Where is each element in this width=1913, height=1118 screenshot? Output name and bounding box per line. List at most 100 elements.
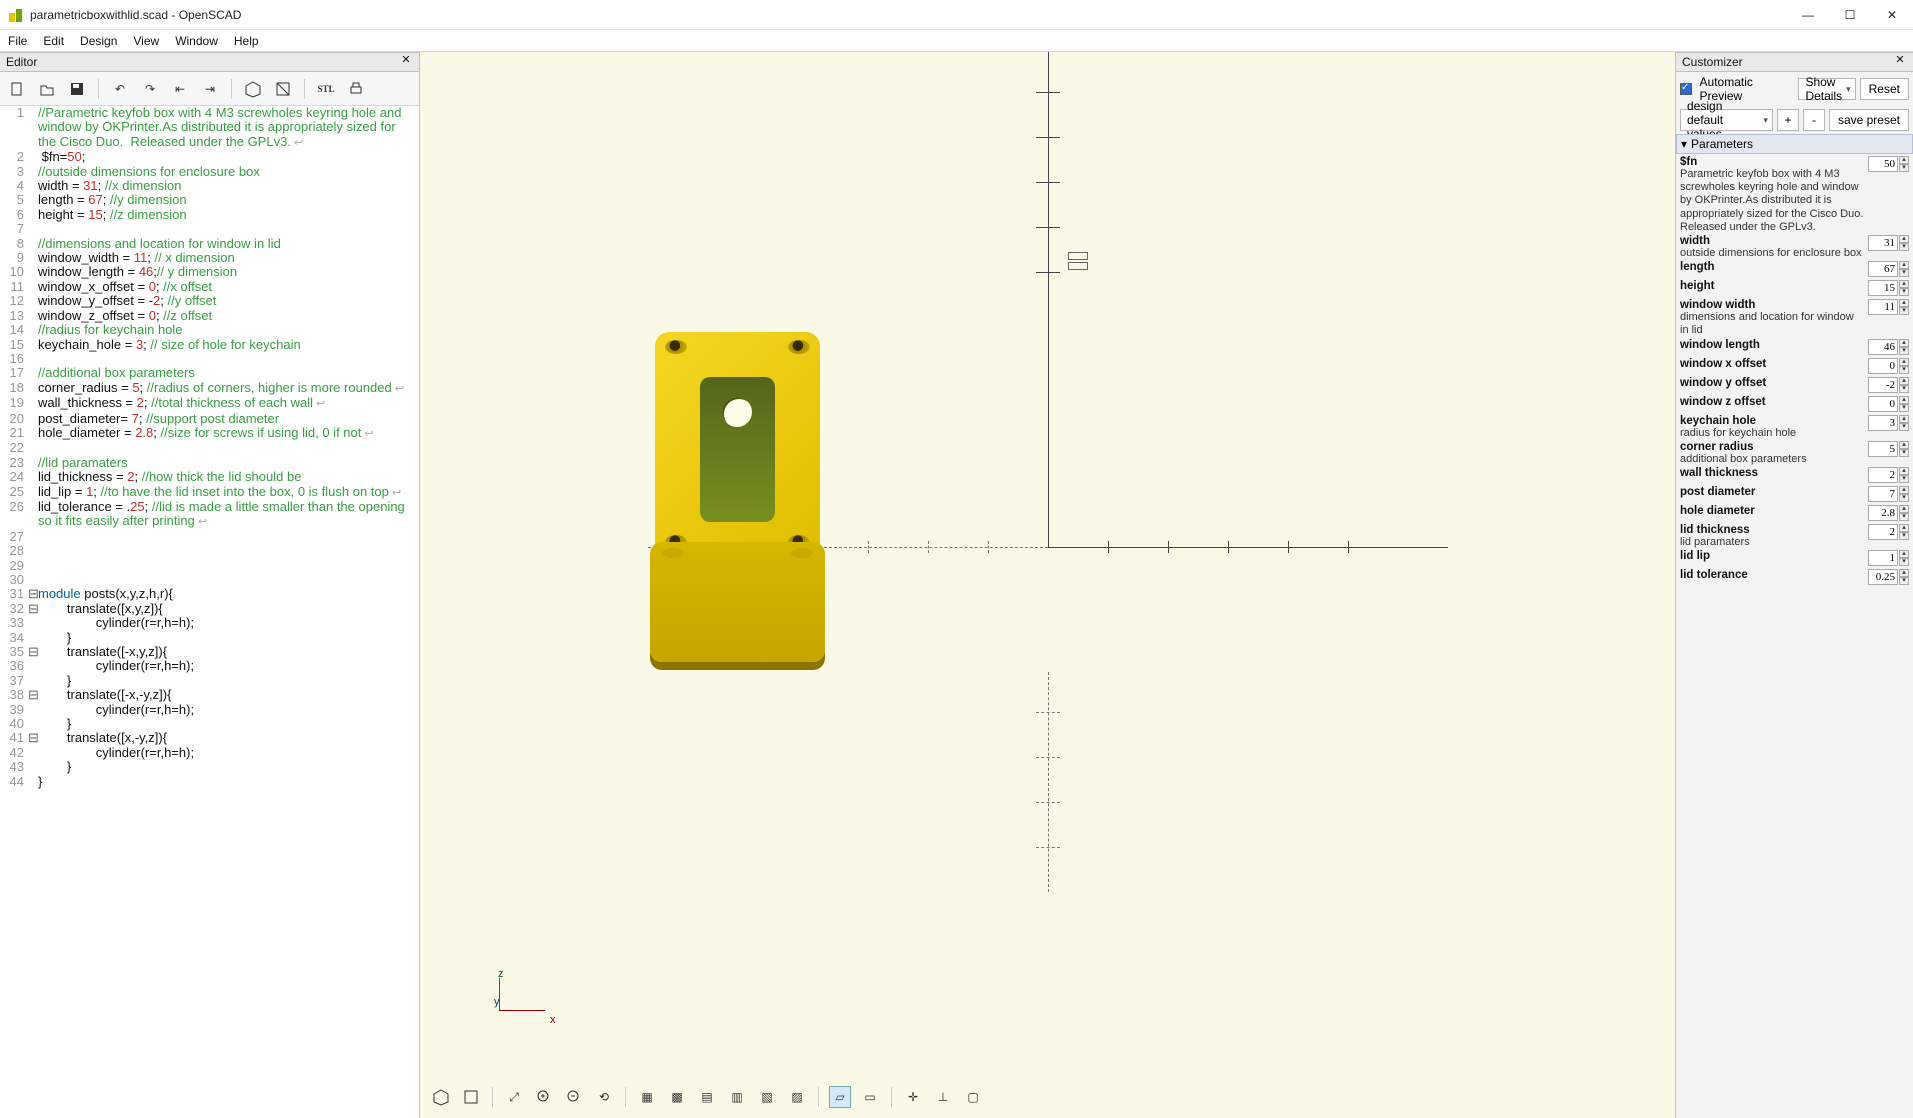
spinner-up-icon[interactable]: ▴ bbox=[1899, 486, 1909, 494]
param-input[interactable] bbox=[1868, 299, 1898, 315]
view-all-icon[interactable]: ⤢ bbox=[503, 1086, 525, 1108]
viewport-3d[interactable]: z y x ⤢ ⟲ ▦ ▩ ▤ ▥ ▧ ▨ ▱ ▭ ✛ ⊥ ▢ bbox=[420, 52, 1675, 1118]
spinner-up-icon[interactable]: ▴ bbox=[1899, 377, 1909, 385]
spinner-up-icon[interactable]: ▴ bbox=[1899, 280, 1909, 288]
print-icon[interactable] bbox=[345, 78, 367, 100]
param-input[interactable] bbox=[1868, 441, 1898, 457]
spinner-up-icon[interactable]: ▴ bbox=[1899, 339, 1909, 347]
save-preset-button[interactable]: save preset bbox=[1829, 109, 1909, 131]
param-input[interactable] bbox=[1868, 377, 1898, 393]
spinner-down-icon[interactable]: ▾ bbox=[1899, 269, 1909, 277]
preset-select[interactable]: design default values ▾ bbox=[1680, 109, 1773, 131]
param-input[interactable] bbox=[1868, 486, 1898, 502]
param-input[interactable] bbox=[1868, 505, 1898, 521]
spinner-up-icon[interactable]: ▴ bbox=[1899, 358, 1909, 366]
view-bottom-icon[interactable]: ▤ bbox=[696, 1086, 718, 1108]
close-button[interactable]: ✕ bbox=[1885, 8, 1899, 22]
spinner-up-icon[interactable]: ▴ bbox=[1899, 299, 1909, 307]
preset-add-button[interactable]: + bbox=[1777, 109, 1799, 131]
menu-window[interactable]: Window bbox=[175, 34, 218, 48]
param-input[interactable] bbox=[1868, 358, 1898, 374]
show-axes-icon[interactable]: ✛ bbox=[902, 1086, 924, 1108]
spinner-down-icon[interactable]: ▾ bbox=[1899, 532, 1909, 540]
preview-icon[interactable] bbox=[242, 78, 264, 100]
render-icon[interactable] bbox=[272, 78, 294, 100]
unindent-icon[interactable]: ⇤ bbox=[169, 78, 191, 100]
spinner-down-icon[interactable]: ▾ bbox=[1899, 558, 1909, 566]
spinner-up-icon[interactable]: ▴ bbox=[1899, 415, 1909, 423]
param-input[interactable] bbox=[1868, 569, 1898, 585]
orthographic-icon[interactable]: ▭ bbox=[859, 1086, 881, 1108]
details-select[interactable]: Show Details ▾ bbox=[1798, 78, 1855, 100]
spinner-down-icon[interactable]: ▾ bbox=[1899, 513, 1909, 521]
minimize-button[interactable]: — bbox=[1801, 8, 1815, 22]
new-file-icon[interactable] bbox=[6, 78, 28, 100]
zoom-out-icon[interactable] bbox=[563, 1086, 585, 1108]
param-input[interactable] bbox=[1868, 396, 1898, 412]
param-input[interactable] bbox=[1868, 467, 1898, 483]
view-left-icon[interactable]: ▥ bbox=[726, 1086, 748, 1108]
auto-preview-checkbox[interactable] bbox=[1680, 83, 1692, 95]
perspective-icon[interactable]: ▱ bbox=[829, 1086, 851, 1108]
spinner-down-icon[interactable]: ▾ bbox=[1899, 347, 1909, 355]
spinner-up-icon[interactable]: ▴ bbox=[1899, 261, 1909, 269]
spinner-up-icon[interactable]: ▴ bbox=[1899, 569, 1909, 577]
param-input[interactable] bbox=[1868, 261, 1898, 277]
undo-icon[interactable]: ↶ bbox=[109, 78, 131, 100]
view-right-icon[interactable]: ▦ bbox=[636, 1086, 658, 1108]
code-editor[interactable]: 1//Parametric keyfob box with 4 M3 screw… bbox=[0, 106, 419, 1118]
customizer-close-icon[interactable]: ✕ bbox=[1893, 55, 1907, 69]
editor-close-icon[interactable]: ✕ bbox=[399, 55, 413, 69]
reset-view-icon[interactable]: ⟲ bbox=[593, 1086, 615, 1108]
spinner-down-icon[interactable]: ▾ bbox=[1899, 307, 1909, 315]
spinner-down-icon[interactable]: ▾ bbox=[1899, 164, 1909, 172]
spinner-down-icon[interactable]: ▾ bbox=[1899, 366, 1909, 374]
param-input[interactable] bbox=[1868, 415, 1898, 431]
render-cube-icon[interactable] bbox=[460, 1086, 482, 1108]
param-input[interactable] bbox=[1868, 339, 1898, 355]
spinner-down-icon[interactable]: ▾ bbox=[1899, 423, 1909, 431]
param-input[interactable] bbox=[1868, 280, 1898, 296]
spinner-up-icon[interactable]: ▴ bbox=[1899, 550, 1909, 558]
menu-view[interactable]: View bbox=[133, 34, 159, 48]
spinner-down-icon[interactable]: ▾ bbox=[1899, 288, 1909, 296]
view-back-icon[interactable]: ▨ bbox=[786, 1086, 808, 1108]
spinner-down-icon[interactable]: ▾ bbox=[1899, 404, 1909, 412]
spinner-down-icon[interactable]: ▾ bbox=[1899, 449, 1909, 457]
preset-remove-button[interactable]: - bbox=[1803, 109, 1825, 131]
zoom-in-icon[interactable] bbox=[533, 1086, 555, 1108]
preview-icon[interactable] bbox=[430, 1086, 452, 1108]
spinner-down-icon[interactable]: ▾ bbox=[1899, 243, 1909, 251]
export-stl-icon[interactable]: STL bbox=[315, 78, 337, 100]
maximize-button[interactable]: ☐ bbox=[1843, 8, 1857, 22]
spinner-down-icon[interactable]: ▾ bbox=[1899, 385, 1909, 393]
spinner-down-icon[interactable]: ▾ bbox=[1899, 494, 1909, 502]
open-file-icon[interactable] bbox=[36, 78, 58, 100]
save-file-icon[interactable] bbox=[66, 78, 88, 100]
menu-help[interactable]: Help bbox=[234, 34, 259, 48]
menu-file[interactable]: File bbox=[8, 34, 27, 48]
spinner-down-icon[interactable]: ▾ bbox=[1899, 475, 1909, 483]
param-input[interactable] bbox=[1868, 235, 1898, 251]
reset-button[interactable]: Reset bbox=[1860, 78, 1909, 100]
menu-design[interactable]: Design bbox=[80, 34, 117, 48]
view-front-icon[interactable]: ▧ bbox=[756, 1086, 778, 1108]
view-top-icon[interactable]: ▩ bbox=[666, 1086, 688, 1108]
parameters-section-header[interactable]: ▾ Parameters bbox=[1676, 134, 1913, 154]
show-edges-icon[interactable]: ▢ bbox=[962, 1086, 984, 1108]
redo-icon[interactable]: ↷ bbox=[139, 78, 161, 100]
spinner-up-icon[interactable]: ▴ bbox=[1899, 396, 1909, 404]
spinner-up-icon[interactable]: ▴ bbox=[1899, 156, 1909, 164]
menu-edit[interactable]: Edit bbox=[43, 34, 64, 48]
indent-icon[interactable]: ⇥ bbox=[199, 78, 221, 100]
spinner-up-icon[interactable]: ▴ bbox=[1899, 235, 1909, 243]
spinner-up-icon[interactable]: ▴ bbox=[1899, 441, 1909, 449]
param-input[interactable] bbox=[1868, 156, 1898, 172]
param-input[interactable] bbox=[1868, 550, 1898, 566]
spinner-up-icon[interactable]: ▴ bbox=[1899, 524, 1909, 532]
show-scale-icon[interactable]: ⊥ bbox=[932, 1086, 954, 1108]
spinner-up-icon[interactable]: ▴ bbox=[1899, 467, 1909, 475]
param-input[interactable] bbox=[1868, 524, 1898, 540]
spinner-down-icon[interactable]: ▾ bbox=[1899, 577, 1909, 585]
spinner-up-icon[interactable]: ▴ bbox=[1899, 505, 1909, 513]
